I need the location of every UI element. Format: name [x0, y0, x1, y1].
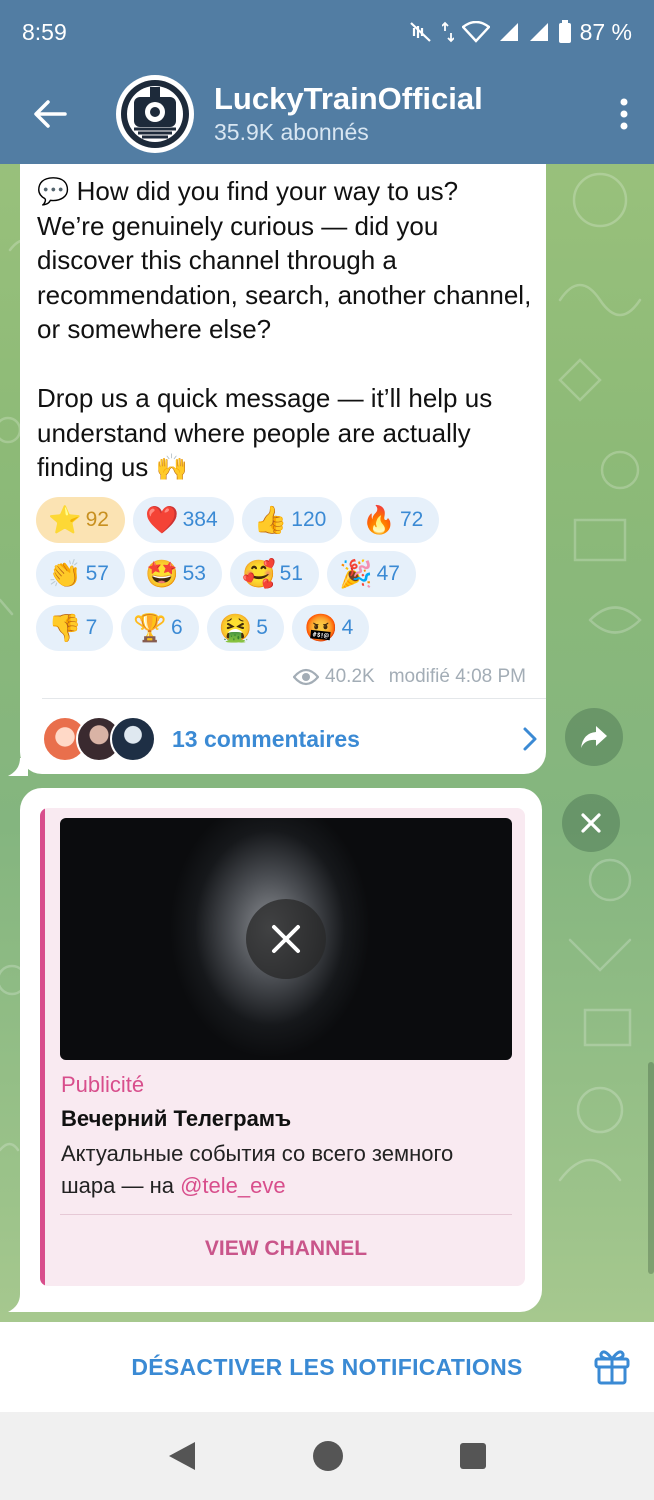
post-text: 💬 How did you find your way to us? We’re…	[37, 176, 532, 482]
star-emoji-icon: ⭐	[48, 504, 82, 536]
reaction-count: 6	[170, 616, 183, 639]
battery-percent: 87 %	[579, 18, 632, 45]
post-meta: 40.2K modifié 4:08 PM	[293, 666, 526, 688]
divider	[60, 1214, 512, 1215]
reactions-row: 👎 7 🏆 6 🤮 5 🤬 4	[36, 605, 536, 653]
reaction-count: 57	[85, 562, 109, 585]
ad-handle-link[interactable]: @tele_eve	[180, 1173, 286, 1198]
ad-card[interactable]: Publicité Вечерний Телеграмъ Актуальные …	[40, 808, 525, 1286]
reaction-chip[interactable]: 🥰 51	[229, 551, 319, 597]
battery-icon	[558, 20, 572, 44]
reaction-chip[interactable]: 🎉 47	[326, 551, 416, 597]
heart-emoji-icon: ❤️	[144, 504, 179, 536]
reaction-chip[interactable]: 👎 7	[36, 605, 114, 651]
reaction-chip[interactable]: ❤️ 384	[132, 497, 234, 543]
ad-media[interactable]	[60, 818, 512, 1060]
reaction-count: 5	[256, 616, 268, 639]
nav-recents-icon[interactable]	[459, 1442, 487, 1470]
reaction-count: 51	[279, 562, 303, 585]
clapping-emoji-icon: 👏	[48, 558, 82, 590]
comments-button[interactable]: 13 commentaires	[42, 710, 538, 768]
bottom-action-bar: DÉSACTIVER LES NOTIFICATIONS	[0, 1322, 654, 1412]
reaction-chip[interactable]: 🤬 4	[291, 605, 370, 651]
vomiting-emoji-icon: 🤮	[218, 612, 253, 644]
signal-icon-2	[528, 21, 550, 43]
status-time: 8:59	[22, 18, 67, 45]
thumbs-up-emoji-icon: 👍	[253, 504, 288, 536]
share-button[interactable]	[565, 708, 623, 766]
kebab-menu-icon	[620, 98, 628, 130]
mute-vibrate-icon	[408, 20, 434, 44]
fire-emoji-icon: 🔥	[362, 504, 396, 536]
channel-header: LuckyTrainOfficial 35.9K abonnés	[0, 64, 654, 164]
system-status-bar: 8:59 87 %	[0, 0, 654, 64]
eye-icon	[293, 668, 320, 686]
chevron-right-icon	[523, 727, 537, 751]
reactions-row: ⭐ 92 ❤️ 384 👍 120 🔥 72	[36, 497, 536, 545]
gift-button[interactable]	[592, 1346, 632, 1386]
close-icon	[272, 925, 300, 953]
party-popper-emoji-icon: 🎉	[338, 558, 373, 590]
reaction-count: 4	[341, 616, 354, 639]
reaction-chip[interactable]: 👍 120	[241, 497, 343, 543]
ad-accent-bar	[40, 808, 45, 1286]
arrow-left-icon	[34, 100, 67, 128]
mute-notifications-button[interactable]: DÉSACTIVER LES NOTIFICATIONS	[0, 1354, 654, 1381]
subscriber-count: 35.9K abonnés	[214, 119, 369, 145]
reaction-count: 120	[291, 508, 327, 531]
reaction-chip[interactable]: 🤮 5	[206, 605, 284, 651]
nav-back-icon[interactable]	[167, 1440, 197, 1472]
scrollbar[interactable]	[648, 1062, 654, 1274]
close-icon	[581, 813, 601, 833]
back-button[interactable]	[0, 64, 100, 164]
reaction-chip[interactable]: 🔥 72	[350, 497, 440, 543]
commenter-avatars	[42, 716, 160, 762]
view-channel-button[interactable]: VIEW CHANNEL	[60, 1220, 512, 1278]
reaction-count: 53	[182, 562, 206, 585]
channel-title[interactable]: LuckyTrainOfficial	[214, 81, 483, 117]
system-navigation-bar	[0, 1412, 654, 1500]
reaction-chip[interactable]: ⭐ 92	[36, 497, 125, 543]
wifi-icon	[461, 21, 490, 43]
star-struck-emoji-icon: 🤩	[144, 558, 179, 590]
divider	[42, 698, 546, 699]
media-close-button[interactable]	[246, 899, 326, 979]
reaction-count: 72	[399, 508, 424, 531]
reaction-chip[interactable]: 👏 57	[36, 551, 125, 597]
ad-title: Вечерний Телеграмъ	[61, 1106, 292, 1131]
reaction-count: 92	[85, 508, 109, 531]
close-ad-button[interactable]	[562, 794, 620, 852]
train-logo-icon	[121, 80, 189, 148]
reaction-count: 47	[376, 562, 400, 585]
data-arrows-icon	[441, 21, 454, 43]
cursing-emoji-icon: 🤬	[303, 612, 338, 644]
nav-home-icon[interactable]	[312, 1440, 344, 1472]
channel-avatar[interactable]	[116, 75, 194, 153]
view-count: 40.2K	[325, 666, 375, 687]
comments-label: 13 commentaires	[172, 725, 360, 752]
gift-icon	[594, 1350, 630, 1385]
reactions-row: 👏 57 🤩 53 🥰 51 🎉 47	[36, 551, 536, 599]
reaction-chip[interactable]: 🏆 6	[121, 605, 199, 651]
signal-icon-1	[498, 21, 520, 43]
channel-post: 💬 How did you find your way to us? We’re…	[20, 164, 546, 774]
thumbs-down-emoji-icon: 👎	[48, 612, 82, 644]
smiling-hearts-emoji-icon: 🥰	[241, 558, 276, 590]
avatar	[110, 716, 156, 762]
share-arrow-icon	[581, 726, 607, 748]
edited-time: modifié 4:08 PM	[388, 666, 526, 687]
reaction-count: 7	[85, 616, 98, 639]
trophy-emoji-icon: 🏆	[133, 612, 167, 644]
more-menu-button[interactable]	[594, 64, 654, 164]
reaction-count: 384	[182, 508, 218, 531]
sponsored-message: Publicité Вечерний Телеграмъ Актуальные …	[20, 788, 542, 1312]
reactions-bar: ⭐ 92 ❤️ 384 👍 120 🔥 72 👏 57 🤩 53 🥰 51 🎉 47 👎 7 🏆 6…	[36, 497, 536, 659]
ad-description: Актуальные события со всего земного шара…	[61, 1138, 501, 1202]
reaction-chip[interactable]: 🤩 53	[132, 551, 222, 597]
ad-label: Publicité	[61, 1072, 145, 1097]
